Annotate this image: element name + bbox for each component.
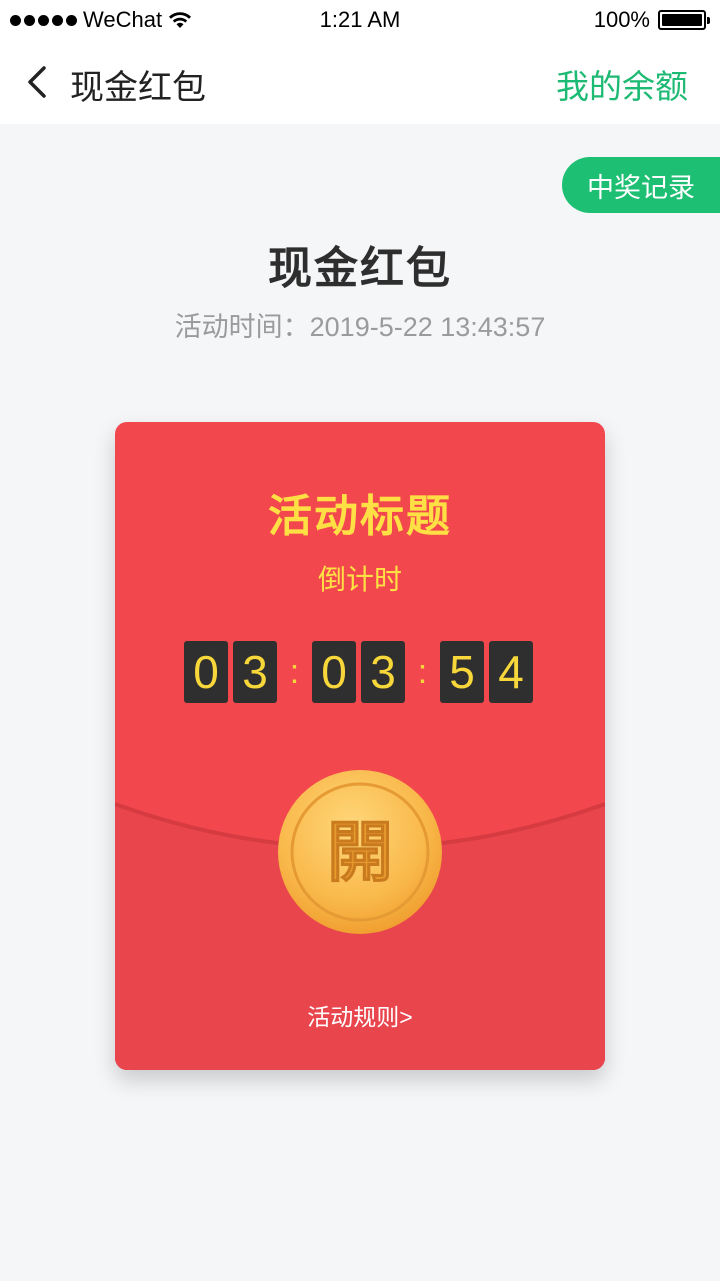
page-title: 现金红包 (268, 244, 452, 293)
nav-bar: 现金红包 我的余额 (0, 42, 720, 124)
minute-tens-digit: 0 (312, 641, 356, 703)
activity-rules-link[interactable]: 活动规则> (115, 998, 605, 1032)
open-coin-label: 開 (327, 813, 393, 891)
countdown-timer: 0 3 : 0 3 : 5 4 (184, 641, 538, 703)
activity-title: 活动标题 (268, 492, 452, 541)
prize-records-button[interactable]: 中奖记录 (562, 157, 720, 213)
hour-tens-digit: 0 (184, 641, 228, 703)
status-right: 100% (593, 7, 710, 33)
countdown-separator: : (289, 652, 300, 691)
red-packet-card: 活动标题 倒计时 0 3 : 0 3 : 5 4 開 活动规则> (115, 422, 605, 1070)
page: WeChat 1:21 AM 100% 现金红包 我的余额 中奖记录 现金红包 … (0, 0, 720, 1281)
chevron-left-icon[interactable] (22, 62, 58, 102)
countdown-separator: : (417, 652, 428, 691)
countdown-label: 倒计时 (317, 564, 402, 595)
my-balance-link[interactable]: 我的余额 (556, 60, 688, 108)
battery-icon (658, 10, 710, 30)
second-ones-digit: 4 (489, 641, 533, 703)
second-tens-digit: 5 (440, 641, 484, 703)
status-bar: WeChat 1:21 AM 100% (0, 0, 720, 42)
nav-title: 现金红包 (70, 69, 206, 107)
open-coin-button[interactable]: 開 (277, 769, 443, 935)
hour-ones-digit: 3 (233, 641, 277, 703)
minute-ones-digit: 3 (361, 641, 405, 703)
battery-percent: 100% (593, 7, 650, 32)
activity-time: 活动时间：2019-5-22 13:43:57 (174, 312, 546, 342)
